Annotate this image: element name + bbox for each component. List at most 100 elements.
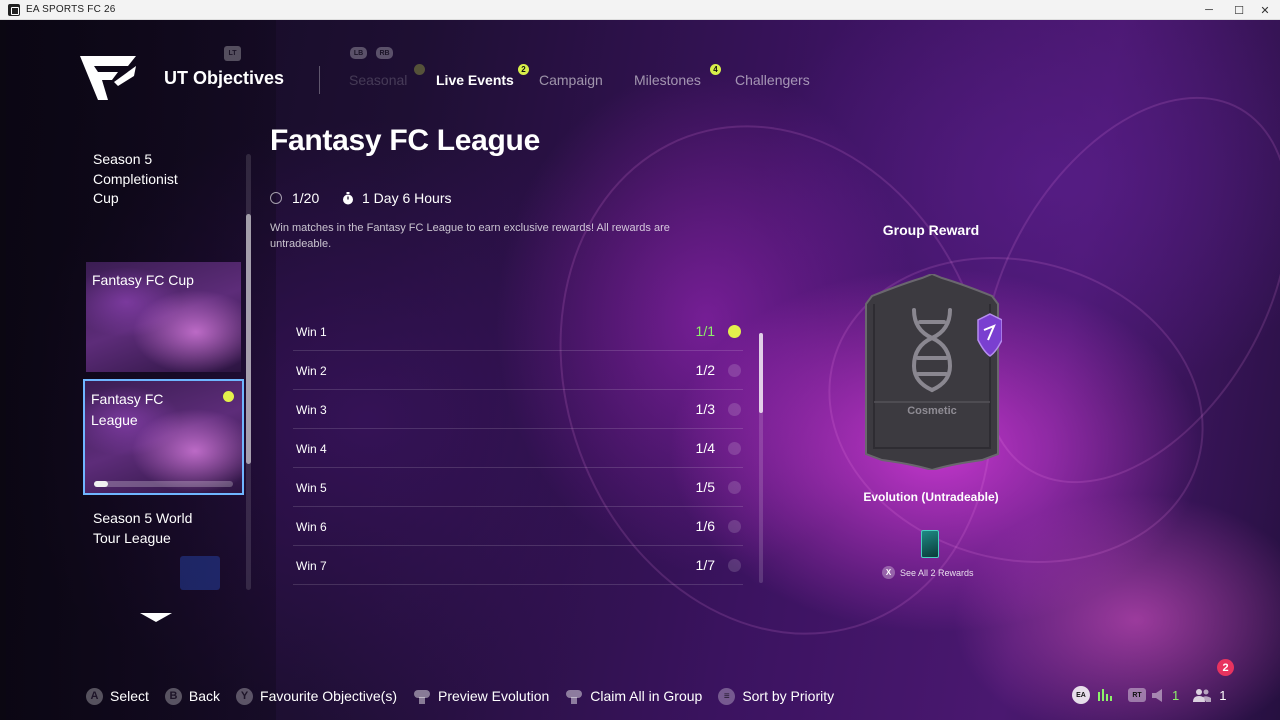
objective-row[interactable]: Win 3 1/3 [293, 390, 743, 429]
tab-campaign[interactable]: Campaign [539, 72, 603, 88]
status-dot-icon [728, 403, 741, 416]
ea-icon: EA [1072, 686, 1090, 704]
scroll-down-arrow-icon[interactable] [140, 613, 172, 622]
objectives-scrollbar-thumb[interactable] [759, 333, 763, 413]
objective-name: Win 1 [296, 325, 327, 339]
objective-group-title: Fantasy FC League [270, 124, 540, 157]
list-item-fantasy-fc-league[interactable]: Fantasy FC League [83, 379, 244, 495]
objective-row[interactable]: Win 7 1/7 [293, 546, 743, 585]
status-dot-icon [728, 364, 741, 377]
objective-progress: 1/4 [695, 440, 715, 456]
friends-count: 1 [1219, 687, 1227, 703]
action-label: Select [110, 688, 149, 704]
tab-seasonal-badge [414, 64, 425, 75]
speaker-icon [1152, 688, 1162, 702]
voice-count: 1 [1172, 687, 1180, 703]
rb-button-hint: RB [376, 47, 393, 59]
left-stick-icon [565, 688, 583, 705]
objective-progress: 1/3 [695, 401, 715, 417]
time-remaining: 1 Day 6 Hours [342, 190, 451, 206]
objective-progress: 1/6 [695, 518, 715, 534]
sidebar-scrollbar[interactable] [246, 154, 251, 590]
game-screen: UT Objectives LT LB RB Seasonal Live Eve… [6, 20, 1280, 720]
group-progress-bar [94, 481, 233, 487]
tab-challengers[interactable]: Challengers [735, 72, 810, 88]
evolution-reward-card[interactable] [862, 274, 1002, 470]
list-item-label: Fantasy FC League [91, 391, 164, 428]
action-label: Sort by Priority [742, 688, 835, 704]
menu-button-icon: ≡ [718, 687, 736, 705]
calendar-icon [180, 556, 220, 590]
list-item-completionist-cup[interactable]: Season 5 Completionist Cup [86, 150, 241, 209]
objective-progress: 1/1 [695, 323, 715, 339]
preview-evolution-action[interactable]: Preview Evolution [413, 688, 549, 705]
see-all-rewards-label: See All 2 Rewards [900, 567, 974, 578]
objective-name: Win 3 [296, 403, 327, 417]
time-remaining-text: 1 Day 6 Hours [362, 190, 452, 206]
friends-icon[interactable] [1193, 688, 1212, 702]
objective-name: Win 5 [296, 481, 327, 495]
new-indicator-dot [223, 391, 234, 402]
close-button[interactable]: ✕ [1248, 0, 1280, 20]
group-progress-text: 1/20 [292, 190, 320, 206]
notification-badge[interactable]: 2 [1217, 659, 1234, 676]
status-dot-icon [728, 481, 741, 494]
window-title: EA SPORTS FC 26 [26, 4, 116, 15]
x-button-icon: X [882, 566, 895, 579]
lb-button-hint: LB [350, 47, 367, 59]
sort-action[interactable]: ≡ Sort by Priority [718, 687, 835, 705]
reward-name: Evolution (Untradeable) [863, 490, 999, 504]
reward-card-label: Cosmetic [907, 405, 957, 417]
objective-row[interactable]: Win 4 1/4 [293, 429, 743, 468]
tab-live-events[interactable]: Live Events [436, 72, 514, 88]
action-label: Claim All in Group [590, 688, 703, 704]
tab-milestones-badge: 4 [710, 64, 721, 75]
window-titlebar: EA SPORTS FC 26 [0, 0, 1280, 20]
tab-live-events-badge: 2 [518, 64, 529, 75]
minimize-button[interactable]: ─ [1192, 0, 1226, 20]
objective-name: Win 7 [296, 559, 327, 573]
page-title: UT Objectives [164, 68, 285, 88]
objective-progress: 1/7 [695, 557, 715, 573]
status-dot-icon [728, 559, 741, 572]
app-icon [8, 3, 20, 16]
fc-logo [80, 56, 136, 100]
objective-progress: 1/2 [695, 362, 715, 378]
list-item-label: Season 5 World Tour League [93, 510, 193, 546]
group-description: Win matches in the Fantasy FC League to … [270, 222, 670, 250]
objective-name: Win 2 [296, 364, 327, 378]
favourite-action[interactable]: Y Favourite Objective(s) [236, 687, 397, 705]
button-legend: A Select B Back Y Favourite Objective(s)… [86, 686, 850, 706]
objective-row[interactable]: Win 6 1/6 [293, 507, 743, 546]
claim-all-action[interactable]: Claim All in Group [565, 688, 702, 705]
list-item-label: Season 5 Completionist Cup [93, 151, 178, 206]
see-all-rewards-button[interactable]: X See All 2 Rewards [882, 566, 974, 579]
y-button-icon: Y [236, 687, 254, 705]
sidebar-scrollbar-thumb[interactable] [246, 214, 251, 464]
objectives-scrollbar[interactable] [759, 333, 763, 583]
action-label: Preview Evolution [437, 688, 550, 704]
action-label: Back [188, 688, 221, 704]
objective-row[interactable]: Win 1 1/1 [293, 312, 743, 351]
lt-button-hint: LT [224, 46, 241, 61]
header-divider [319, 66, 320, 94]
objectives-list: Win 1 1/1 Win 2 1/2 Win 3 1/3 Win 4 1/4 … [293, 312, 743, 585]
b-button-icon: B [164, 687, 182, 705]
list-item-world-tour-league[interactable]: Season 5 World Tour League [86, 509, 241, 548]
list-item-fantasy-fc-cup[interactable]: Fantasy FC Cup [86, 262, 241, 372]
status-bar: EA RT 1 1 [1072, 684, 1226, 706]
select-action[interactable]: A Select [86, 687, 149, 705]
tab-seasonal[interactable]: Seasonal [349, 72, 407, 88]
tab-milestones[interactable]: Milestones [634, 72, 701, 88]
group-progress-fill [94, 481, 108, 487]
signal-bars-icon [1098, 689, 1112, 701]
right-stick-icon [413, 688, 431, 705]
list-item-label: Fantasy FC Cup [92, 272, 194, 288]
back-action[interactable]: B Back [164, 687, 221, 705]
stopwatch-icon [343, 191, 353, 204]
objective-row[interactable]: Win 5 1/5 [293, 468, 743, 507]
objective-row[interactable]: Win 2 1/2 [293, 351, 743, 390]
status-dot-icon [728, 520, 741, 533]
gift-icon[interactable] [728, 325, 741, 338]
progress-ring-icon [270, 192, 282, 204]
